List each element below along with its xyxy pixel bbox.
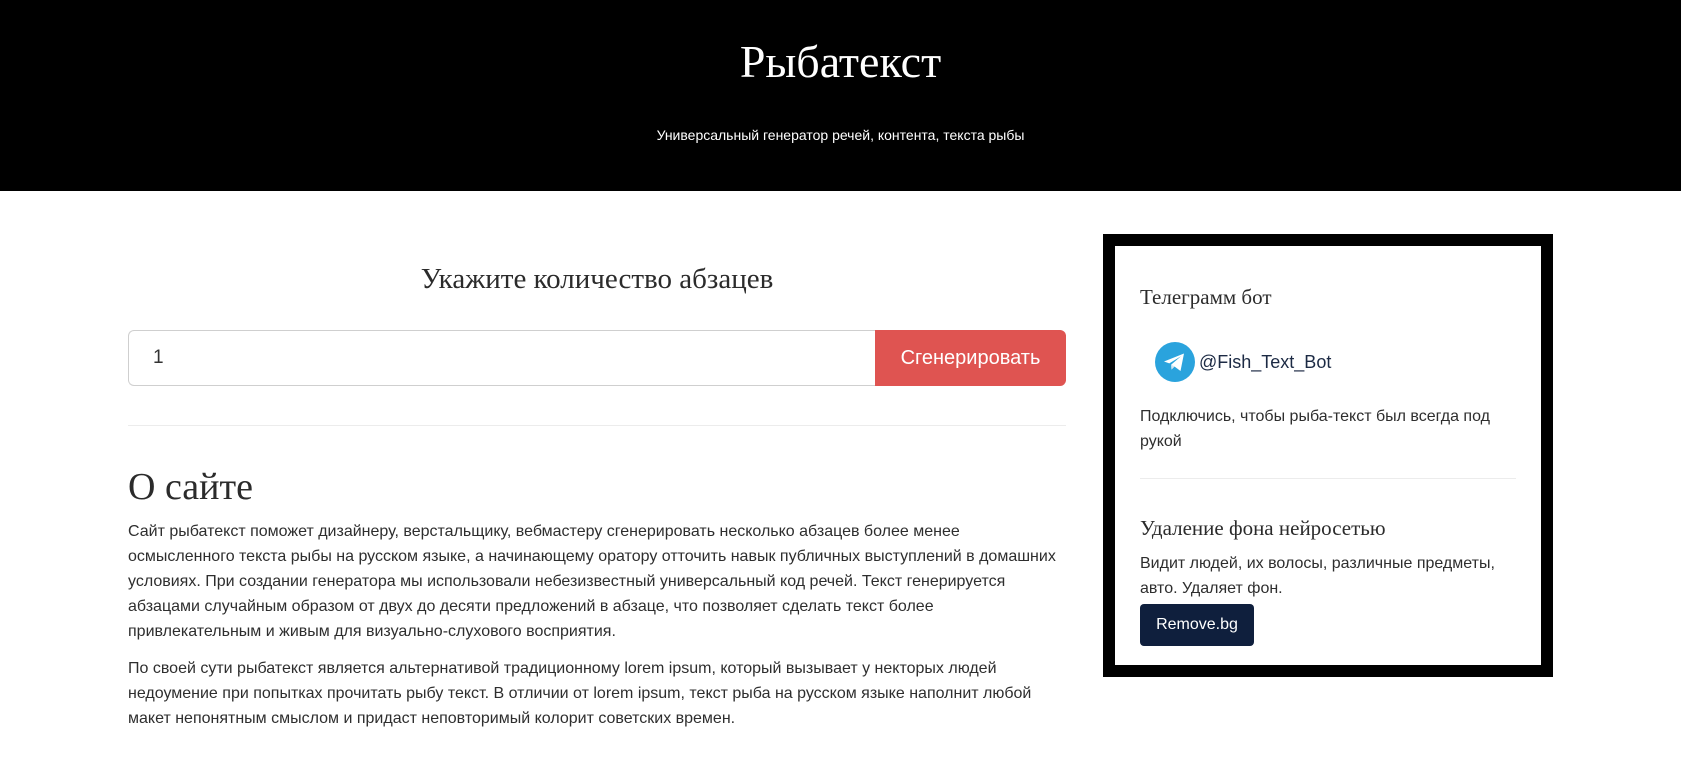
remove-bg-description: Видит людей, их волосы, различные предме… [1140,555,1495,597]
about-heading: О сайте [128,466,253,508]
site-header: Рыбатекст Универсальный генератор речей,… [0,0,1681,191]
paragraph-count-input[interactable] [128,330,875,386]
telegram-bot-row: @Fish_Text_Bot [1155,342,1331,382]
site-subtitle: Универсальный генератор речей, контента,… [656,127,1025,143]
sidebar: Телеграмм бот @Fish_Text_Bot Подключись,… [1103,234,1553,677]
generate-button[interactable]: Сгенерировать [875,330,1066,386]
paragraph-count-heading: Укажите количество абзацев [420,263,774,295]
remove-bg-title: Удаление фона нейросетью [1140,516,1386,540]
telegram-bot-description: Подключись, чтобы рыба-текст был всегда … [1140,408,1490,450]
telegram-bot-title: Телеграмм бот [1140,285,1272,309]
telegram-icon[interactable] [1155,342,1195,382]
divider [128,425,1066,426]
remove-bg-button[interactable]: Remove.bg [1140,604,1254,646]
about-paragraph: Сайт рыбатекст поможет дизайнеру, верста… [128,523,1056,640]
generator-form: Сгенерировать [128,330,1066,386]
telegram-bot-link[interactable]: @Fish_Text_Bot [1199,352,1331,373]
sidebar-divider [1140,478,1516,479]
site-title: Рыбатекст [739,36,942,87]
about-paragraph: По своей сути рыбатекст является альтерн… [128,660,1032,727]
